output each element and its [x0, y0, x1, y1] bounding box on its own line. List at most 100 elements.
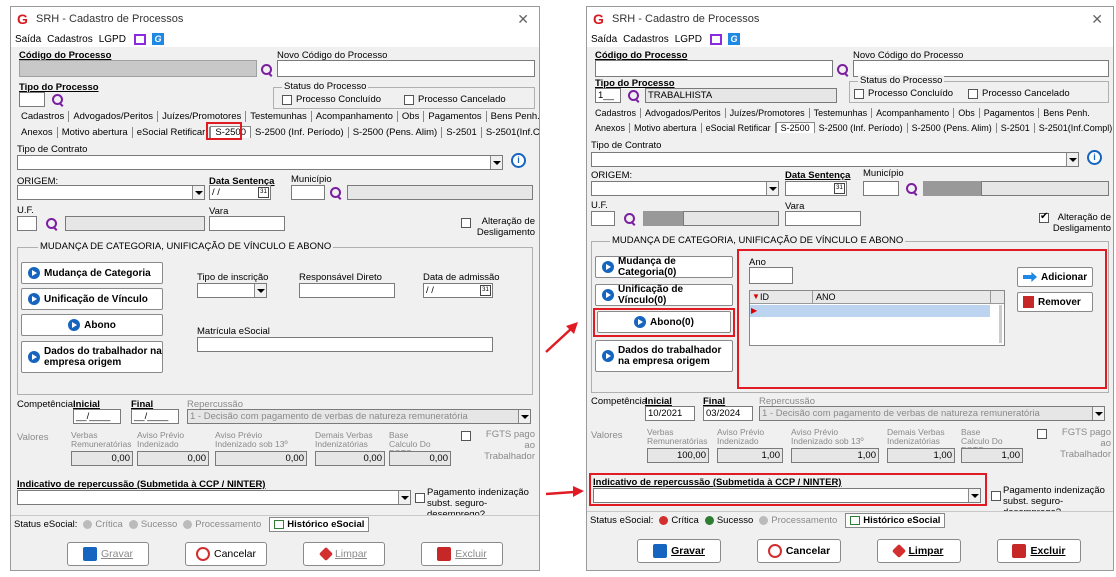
calendar-icon[interactable]: 31	[480, 285, 491, 296]
close-icon[interactable]: ✕	[1091, 11, 1103, 28]
gravar-button[interactable]: Gravar	[637, 539, 721, 563]
menu-lgpd[interactable]: LGPD	[675, 34, 702, 45]
tab-advogados[interactable]: Advogados/Peritos	[641, 108, 726, 118]
g-app-icon[interactable]: G	[151, 33, 164, 45]
tab-anexos[interactable]: Anexos	[591, 123, 631, 133]
unificacao-vinculo-button[interactable]: Unificação de Vínculo	[21, 288, 163, 310]
unificacao-vinculo-button[interactable]: Unificação de Vínculo(0)	[595, 284, 733, 306]
tab-s2500-periodo[interactable]: S-2500 (Inf. Período)	[815, 123, 908, 133]
calendar-icon[interactable]: 31	[834, 183, 845, 194]
tab-esocial-retificar[interactable]: eSocial Retificar	[702, 123, 776, 133]
menu-lgpd[interactable]: LGPD	[99, 34, 126, 45]
cancelar-button[interactable]: Cancelar	[757, 539, 841, 563]
uf-field[interactable]	[17, 216, 37, 231]
tab-acompanhamento[interactable]: Acompanhamento	[872, 108, 955, 118]
indicativo-select[interactable]	[593, 488, 981, 503]
tab-acompanhamento[interactable]: Acompanhamento	[312, 111, 398, 122]
search-icon[interactable]	[260, 63, 273, 76]
info-icon[interactable]: i	[1087, 150, 1102, 165]
abono-grid[interactable]: ▼ ID ANO ▶	[749, 290, 1005, 346]
menu-saida[interactable]: Saída	[15, 34, 41, 45]
alteracao-checkbox[interactable]	[461, 218, 471, 228]
tipo-contrato-select[interactable]	[591, 152, 1079, 167]
info-icon[interactable]: i	[511, 153, 526, 168]
matricula-field[interactable]	[197, 337, 493, 352]
pagamento-ind-checkbox[interactable]	[991, 491, 1001, 501]
responsavel-field[interactable]	[299, 283, 395, 298]
tab-pagamentos[interactable]: Pagamentos	[424, 111, 487, 122]
close-icon[interactable]: ✕	[517, 11, 529, 28]
tab-s2501-inf[interactable]: S-2501(Inf.Compl)	[1035, 123, 1113, 133]
vara-field[interactable]	[209, 216, 285, 231]
tab-cadastros[interactable]: Cadastros	[17, 111, 70, 122]
ano-field[interactable]	[749, 267, 793, 284]
inicial-field[interactable]: __/____	[73, 409, 121, 424]
tab-motivo[interactable]: Motivo abertura	[58, 127, 133, 138]
g-app-icon[interactable]: G	[727, 33, 740, 45]
cancelado-checkbox[interactable]	[404, 95, 414, 105]
tab-s2500-periodo[interactable]: S-2500 (Inf. Período)	[251, 127, 349, 138]
data-sentenca-field[interactable]: / / 31	[209, 185, 271, 200]
tipo-inscricao-select[interactable]	[197, 283, 267, 298]
concluido-checkbox[interactable]	[282, 95, 292, 105]
grid-col-id[interactable]: ID	[760, 292, 769, 302]
tipo-code-field[interactable]: 1__	[595, 88, 621, 103]
mudanca-categoria-button[interactable]: Mudança de Categoria(0)	[595, 256, 733, 278]
tab-motivo[interactable]: Motivo abertura	[630, 123, 702, 133]
mudanca-categoria-button[interactable]: Mudança de Categoria	[21, 262, 163, 284]
historico-esocial-button[interactable]: Histórico eSocial	[269, 517, 370, 532]
codigo-field[interactable]	[595, 60, 833, 77]
grid-scrollbar[interactable]	[999, 305, 1002, 343]
data-sentenca-field[interactable]: 31	[785, 181, 847, 196]
tab-advogados[interactable]: Advogados/Peritos	[69, 111, 159, 122]
tab-bens[interactable]: Bens Penh.	[1039, 108, 1094, 118]
historico-esocial-button[interactable]: Histórico eSocial	[845, 513, 946, 528]
tipo-code-field[interactable]	[19, 92, 45, 107]
search-icon[interactable]	[905, 182, 918, 195]
tab-s2500-pens[interactable]: S-2500 (Pens. Alim)	[908, 123, 997, 133]
indicativo-select[interactable]	[17, 490, 411, 505]
tab-testemunhas[interactable]: Testemunhas	[810, 108, 873, 118]
search-icon[interactable]	[627, 89, 640, 102]
tab-s2501-inf[interactable]: S-2501(Inf.Compl)	[482, 127, 539, 138]
search-icon[interactable]	[45, 217, 58, 230]
tab-obs[interactable]: Obs	[954, 108, 980, 118]
calendar-icon[interactable]: 31	[258, 187, 269, 198]
monitor-icon[interactable]	[709, 33, 722, 45]
vara-field[interactable]	[785, 211, 861, 226]
tab-juizes[interactable]: Juízes/Promotores	[726, 108, 810, 118]
tab-anexos[interactable]: Anexos	[17, 127, 58, 138]
tab-s2500[interactable]: S-2500	[775, 122, 815, 133]
tab-esocial-retificar[interactable]: eSocial Retificar	[133, 127, 211, 138]
pagamento-ind-checkbox[interactable]	[415, 493, 425, 503]
menu-cadastros[interactable]: Cadastros	[623, 34, 669, 45]
uf-field[interactable]	[591, 211, 615, 226]
adicionar-button[interactable]: Adicionar	[1017, 267, 1093, 287]
menu-saida[interactable]: Saída	[591, 34, 617, 45]
municipio-code-field[interactable]	[291, 185, 325, 200]
excluir-button[interactable]: Excluir	[997, 539, 1081, 563]
final-field[interactable]: 03/2024	[703, 406, 753, 421]
menu-cadastros[interactable]: Cadastros	[47, 34, 93, 45]
dados-trabalhador-button[interactable]: Dados do trabalhador na empresa origem	[595, 340, 733, 372]
grid-selected-row[interactable]: ▶	[750, 305, 990, 317]
origem-select[interactable]	[17, 185, 205, 200]
tab-cadastros[interactable]: Cadastros	[591, 108, 642, 118]
tab-s2501[interactable]: S-2501	[997, 123, 1035, 133]
limpar-button[interactable]: Limpar	[877, 539, 961, 563]
tab-s2501[interactable]: S-2501	[442, 127, 482, 138]
alteracao-checkbox[interactable]	[1039, 211, 1049, 223]
tab-bens[interactable]: Bens Penh.	[487, 111, 539, 122]
dados-trabalhador-button[interactable]: Dados do trabalhador na empresa origem	[21, 341, 163, 373]
novo-codigo-field[interactable]	[277, 60, 535, 77]
search-icon[interactable]	[51, 93, 64, 106]
inicial-field[interactable]: 10/2021	[645, 406, 695, 421]
remover-button[interactable]: Remover	[1017, 292, 1093, 312]
search-icon[interactable]	[329, 186, 342, 199]
tab-s2500-pens[interactable]: S-2500 (Pens. Alim)	[349, 127, 443, 138]
search-icon[interactable]	[623, 212, 636, 225]
cancelado-checkbox[interactable]	[968, 89, 978, 99]
data-admissao-field[interactable]: / / 31	[423, 283, 493, 298]
cancelar-button[interactable]: Cancelar	[185, 542, 267, 566]
tab-testemunhas[interactable]: Testemunhas	[246, 111, 312, 122]
